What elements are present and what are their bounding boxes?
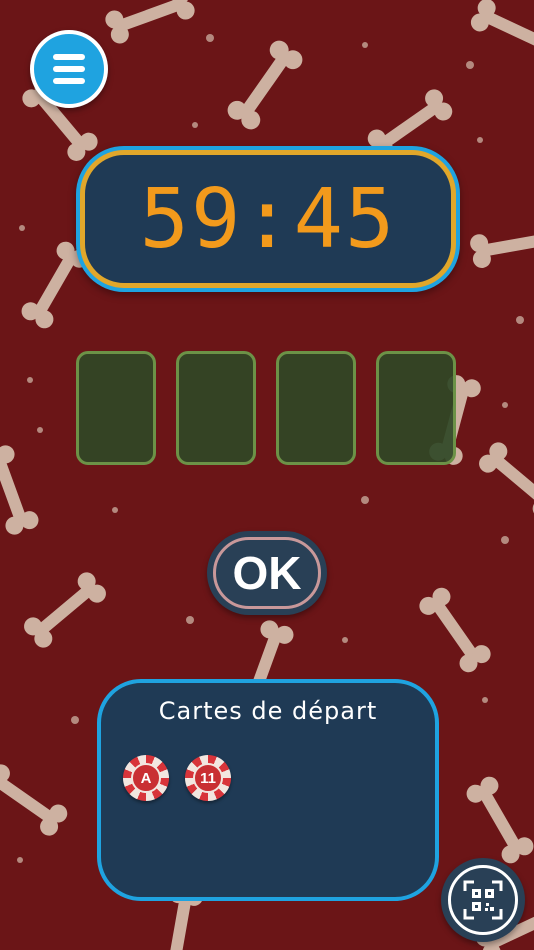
start-cards-panel: Cartes de départ A 11 (97, 679, 439, 901)
countdown-timer: 59:45 (76, 146, 460, 292)
code-slot-1[interactable] (76, 351, 156, 465)
qr-ring (448, 865, 518, 935)
start-cards-title: Cartes de départ (158, 697, 378, 725)
code-slots (76, 351, 460, 465)
hamburger-menu-icon (53, 54, 85, 84)
card-chip-label: A (131, 763, 161, 793)
ok-button-label: OK (213, 537, 321, 609)
ok-button[interactable]: OK (207, 531, 327, 615)
card-chip-a[interactable]: A (123, 755, 169, 801)
qr-scan-button[interactable] (441, 858, 525, 942)
code-slot-3[interactable] (276, 351, 356, 465)
menu-button[interactable] (30, 30, 108, 108)
start-cards-list: A 11 (123, 755, 231, 801)
card-chip-label: 11 (193, 763, 223, 793)
code-slot-4[interactable] (376, 351, 456, 465)
qr-code-scan-icon (463, 880, 503, 920)
code-slot-2[interactable] (176, 351, 256, 465)
timer-value: 59:45 (139, 171, 397, 267)
timer-display: 59:45 (80, 150, 456, 288)
card-chip-11[interactable]: 11 (185, 755, 231, 801)
